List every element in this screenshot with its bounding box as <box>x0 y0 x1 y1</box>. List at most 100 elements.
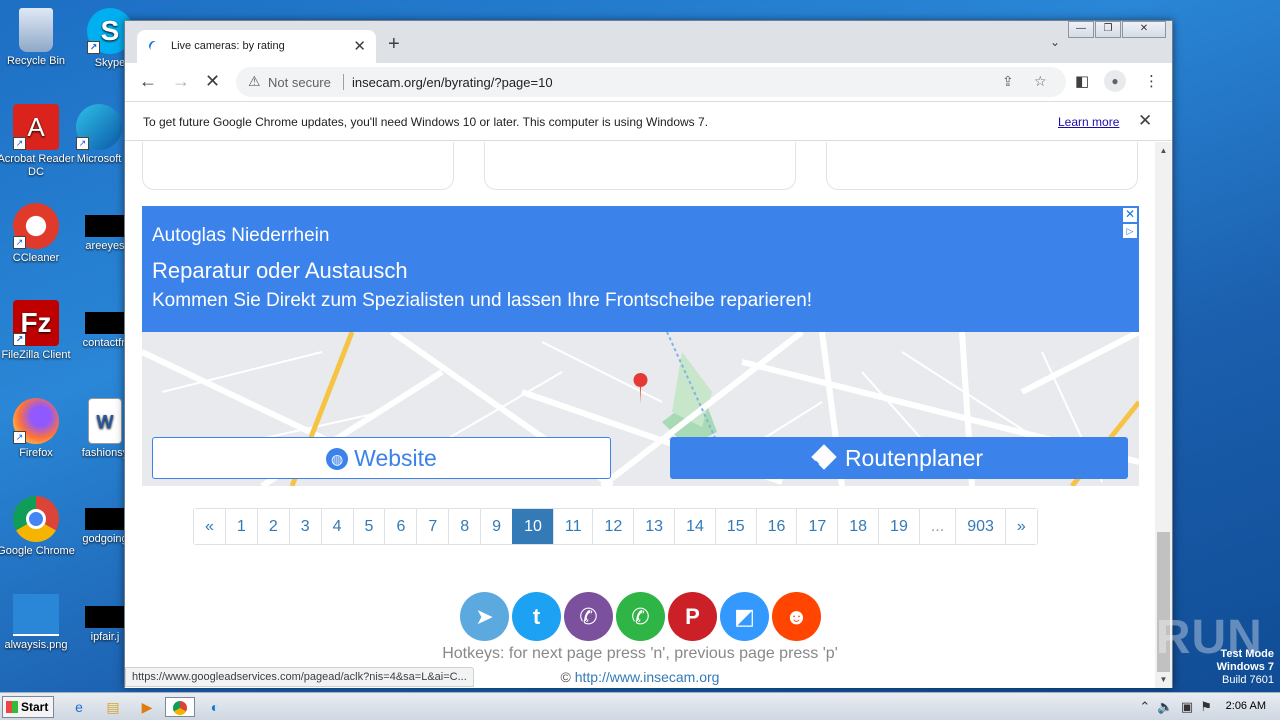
directions-icon <box>811 444 837 470</box>
build-line: Build 7601 <box>1222 674 1274 686</box>
ad-headline[interactable]: Reparatur oder Austausch <box>152 258 408 284</box>
pagination-page[interactable]: 6 <box>384 509 417 544</box>
whatsapp-share-icon[interactable]: ✆ <box>616 592 665 641</box>
ad-advertiser[interactable]: Autoglas Niederrhein <box>152 225 329 247</box>
pagination-page[interactable]: 7 <box>416 509 449 544</box>
media-player-icon[interactable]: ▶ <box>136 697 158 717</box>
delicious-share-icon[interactable]: ◩ <box>720 592 769 641</box>
new-tab-button[interactable]: + <box>388 33 400 56</box>
desktop-icon-label: Firefox <box>19 447 53 459</box>
insecam-link[interactable]: http://www.insecam.org <box>575 669 720 685</box>
website-label: Website <box>354 445 437 471</box>
chrome-icon <box>13 496 59 542</box>
url-text[interactable]: insecam.org/en/byrating/?page=10 <box>352 75 553 90</box>
pagination-next[interactable]: » <box>1004 509 1037 544</box>
page-scrollbar[interactable]: ▲ ▼ <box>1155 142 1172 688</box>
reddit-share-icon[interactable]: ☻ <box>772 592 821 641</box>
pinterest-share-icon[interactable]: P <box>668 592 717 641</box>
ad-description[interactable]: Kommen Sie Direkt zum Spezialisten und l… <box>152 290 812 312</box>
pagination-ellipsis[interactable]: ... <box>918 509 956 544</box>
pagination-page[interactable]: 16 <box>755 509 797 544</box>
camera-card[interactable] <box>484 142 796 190</box>
address-bar[interactable]: ⚠ Not secure insecam.org/en/byrating/?pa… <box>236 67 1066 97</box>
learn-more-link[interactable]: Learn more <box>1058 115 1119 129</box>
desktop-icon-label: CCleaner <box>12 252 60 264</box>
pagination-page[interactable]: 15 <box>714 509 756 544</box>
minimize-button[interactable]: — <box>1068 21 1094 38</box>
pagination-page[interactable]: 11 <box>552 509 593 544</box>
filezilla-icon: Fz ↗ <box>13 300 59 346</box>
acrobat-icon: A ↗ <box>13 104 59 150</box>
pagination-page[interactable]: 903 <box>955 509 1005 544</box>
restore-button[interactable]: ❐ <box>1095 21 1121 38</box>
side-panel-icon[interactable]: ◧ <box>1075 72 1089 90</box>
ad-banner[interactable]: Autoglas Niederrhein Reparatur oder Aust… <box>142 206 1139 486</box>
adchoices-icon[interactable]: ▷ <box>1123 224 1137 238</box>
pagination-page[interactable]: 14 <box>674 509 715 544</box>
scroll-down-arrow-icon[interactable]: ▼ <box>1155 671 1172 688</box>
telegram-share-icon[interactable]: ➤ <box>460 592 509 641</box>
pagination-page[interactable]: 8 <box>448 509 481 544</box>
scroll-up-arrow-icon[interactable]: ▲ <box>1155 142 1172 159</box>
pagination-page[interactable]: 13 <box>633 509 675 544</box>
ad-route-button[interactable]: Routenplaner <box>670 437 1128 479</box>
ad-header[interactable]: Autoglas Niederrhein Reparatur oder Aust… <box>142 206 1139 332</box>
pagination-page[interactable]: 5 <box>352 509 385 544</box>
pagination-page[interactable]: 19 <box>878 509 919 544</box>
bookmark-star-icon[interactable]: ☆ <box>1034 73 1047 90</box>
file-thumbnail-icon <box>85 215 125 237</box>
stop-loading-icon[interactable]: ✕ <box>205 71 220 92</box>
system-tray[interactable]: ⌃ 🔈 ▣ ⚑ <box>1139 699 1212 715</box>
pagination-page[interactable]: 2 <box>256 509 289 544</box>
warning-triangle-icon[interactable]: ⚠ <box>248 73 261 90</box>
copyright-symbol: © <box>560 669 571 685</box>
file-thumbnail-icon <box>85 606 125 628</box>
ie-icon[interactable]: e <box>68 697 90 717</box>
os-line: Windows 7 <box>1216 661 1274 673</box>
back-arrow-icon[interactable]: ← <box>139 71 157 92</box>
desktop-icon-label: ipfair.j <box>90 631 120 643</box>
ad-website-button[interactable]: ◍ Website <box>152 437 611 479</box>
tab-close-icon[interactable]: ✕ <box>353 37 366 55</box>
desktop-icon-ccleaner[interactable]: ↗ CCleaner <box>0 203 75 265</box>
start-button[interactable]: Start <box>2 696 54 718</box>
viber-share-icon[interactable]: ✆ <box>564 592 613 641</box>
forward-arrow-icon[interactable]: → <box>172 71 190 92</box>
pagination-page[interactable]: 9 <box>480 509 513 544</box>
chrome-taskbar-icon[interactable] <box>165 697 195 717</box>
desktop-icon-alwaysis[interactable]: alwaysis.png <box>0 594 75 652</box>
tab-live-cameras[interactable]: Live cameras: by rating ✕ <box>137 30 376 63</box>
desktop-icon-filezilla[interactable]: Fz ↗ FileZilla Client <box>0 300 75 362</box>
pagination: «1 2 3 4 5 6 7 8 9 10 11 12 13 14 15 16 17 18 19... 903» <box>193 508 1038 545</box>
pagination-page[interactable]: 4 <box>320 509 353 544</box>
explorer-folder-icon[interactable]: ▤ <box>102 697 124 717</box>
pagination-page[interactable]: 10 <box>512 509 553 544</box>
pagination-page[interactable]: 3 <box>288 509 321 544</box>
desktop-icon-label: alwaysis.png <box>4 639 68 651</box>
share-icon[interactable]: ⇪ <box>1002 73 1014 90</box>
recycle-bin-icon <box>19 8 53 52</box>
profile-avatar-icon[interactable]: ● <box>1104 70 1126 92</box>
pagination-page[interactable]: 17 <box>796 509 838 544</box>
desktop-icon-firefox[interactable]: ↗ Firefox <box>0 398 75 460</box>
security-status[interactable]: Not secure <box>268 75 331 90</box>
edge-taskbar-icon[interactable]: ◐ <box>204 697 226 717</box>
tab-search-chevron-icon[interactable]: ⌄ <box>1050 35 1060 49</box>
pagination-page[interactable]: 12 <box>592 509 634 544</box>
loading-favicon-icon <box>147 39 161 53</box>
twitter-share-icon[interactable]: t <box>512 592 561 641</box>
pagination-page[interactable]: 1 <box>224 509 257 544</box>
status-bubble-url: https://www.googleadservices.com/pagead/… <box>125 667 474 687</box>
desktop-icon-chrome[interactable]: Google Chrome <box>0 496 75 558</box>
pagination-prev[interactable]: « <box>194 509 225 544</box>
clock[interactable]: 2:06 AM <box>1226 700 1266 712</box>
camera-card[interactable] <box>142 142 454 190</box>
infobar-close-icon[interactable]: ✕ <box>1138 111 1152 131</box>
ad-close-icon[interactable]: ✕ <box>1123 208 1137 222</box>
desktop-icon-label: FileZilla Client <box>1 349 71 361</box>
pagination-page[interactable]: 18 <box>837 509 879 544</box>
desktop-icon-recycle-bin[interactable]: Recycle Bin <box>0 8 75 68</box>
close-window-button[interactable]: ✕ <box>1122 21 1166 38</box>
camera-card[interactable] <box>826 142 1138 190</box>
menu-kebab-icon[interactable]: ⋮ <box>1144 72 1159 90</box>
